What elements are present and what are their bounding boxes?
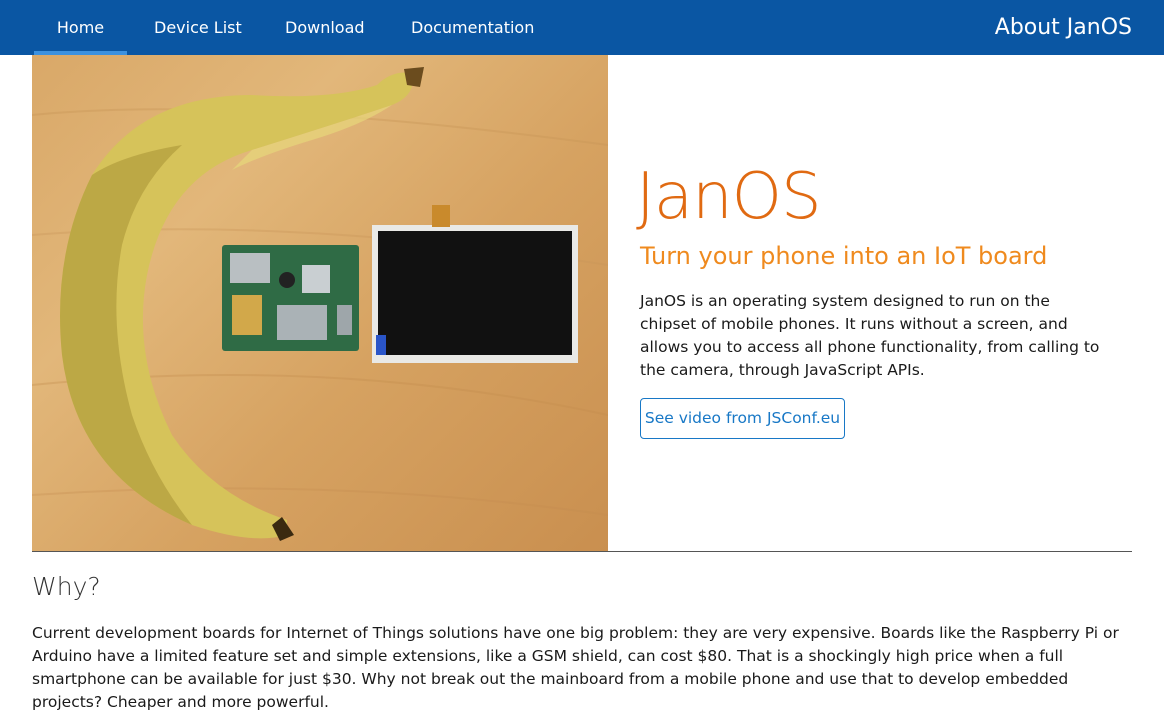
nav-device-list[interactable]: Device List — [154, 0, 242, 55]
nav-download[interactable]: Download — [285, 0, 365, 55]
nav-about-janos[interactable]: About JanOS — [995, 0, 1132, 55]
hero-subtitle: Turn your phone into an IoT board — [640, 242, 1048, 270]
section-divider — [32, 551, 1132, 552]
photo-illustration — [32, 67, 608, 541]
why-paragraph: Current development boards for Internet … — [32, 624, 1119, 711]
nav-documentation[interactable]: Documentation — [411, 0, 534, 55]
hero-title: JanOS — [636, 160, 822, 234]
hero-description: JanOS is an operating system designed to… — [640, 292, 1100, 379]
why-heading: Why? — [32, 572, 101, 601]
nav-home[interactable]: Home — [34, 0, 127, 55]
top-navbar: Home Device List Download Documentation … — [0, 0, 1164, 55]
hero-photo — [32, 55, 608, 552]
see-video-button[interactable]: See video from JSConf.eu — [640, 398, 845, 439]
